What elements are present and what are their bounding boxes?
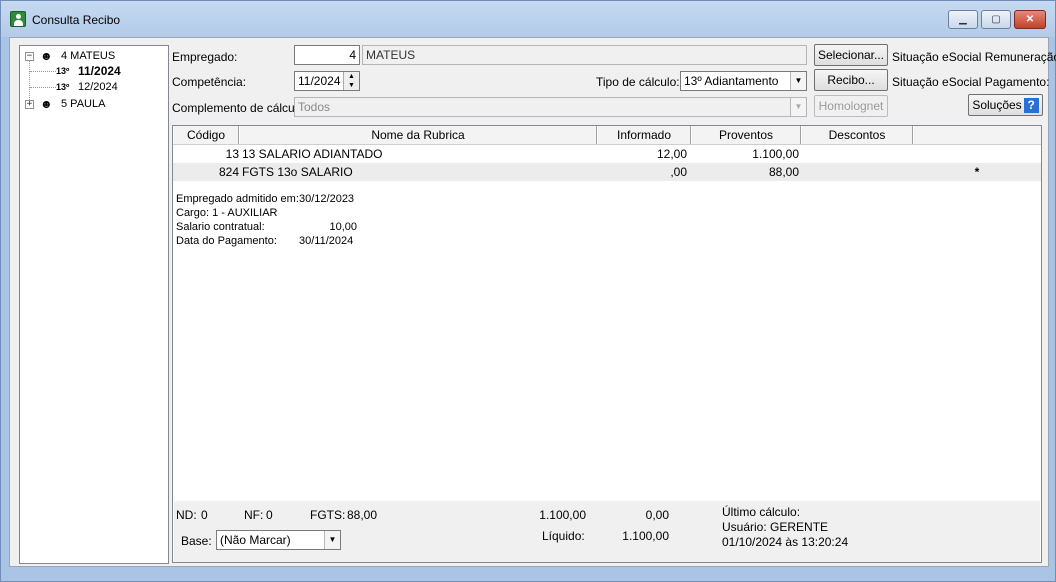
cell-flag: * bbox=[974, 165, 980, 179]
client-area: − ☻ 4 MATEUS 13º 11/2024 13º 12/2024 + ☻… bbox=[9, 37, 1056, 567]
complemento-label: Complemento de cálculo: bbox=[172, 101, 308, 115]
nd-value: 0 bbox=[201, 508, 208, 522]
admitido-value: 30/12/2023 bbox=[299, 193, 355, 205]
column-header-descontos[interactable]: Descontos bbox=[801, 126, 913, 144]
data-calculo: 01/10/2024 às 13:20:24 bbox=[722, 535, 849, 549]
nf-value: 0 bbox=[266, 508, 273, 522]
chevron-down-icon[interactable]: ▼ bbox=[790, 72, 806, 90]
minimize-button[interactable]: ▁ bbox=[948, 10, 978, 29]
total-proventos: 1.100,00 bbox=[539, 508, 586, 522]
empregado-code-input[interactable]: 4 bbox=[294, 45, 360, 65]
cell-proventos: 1.100,00 bbox=[752, 147, 799, 161]
liquido-value: 1.100,00 bbox=[622, 529, 669, 543]
liquido-label: Líquido: bbox=[542, 529, 585, 543]
cell-nome: 13 SALARIO ADIANTADO bbox=[242, 147, 383, 161]
grid-footer: ND: 0 NF: 0 FGTS: 88,00 1.100,00 0,00 Úl… bbox=[174, 501, 1040, 562]
person-icon: ☻ bbox=[40, 49, 53, 63]
salario-label: Salario contratual: bbox=[176, 221, 265, 233]
tree-node-label: 4 MATEUS bbox=[61, 50, 116, 62]
competencia-label: Competência: bbox=[172, 75, 247, 89]
empregado-name-field: MATEUS bbox=[362, 45, 807, 65]
column-header-informado[interactable]: Informado bbox=[597, 126, 691, 144]
cargo-text: Cargo: 1 - AUXILIAR bbox=[176, 207, 278, 219]
admitido-label: Empregado admitido em: bbox=[176, 193, 299, 205]
nd-label: ND: bbox=[176, 508, 197, 522]
rubricas-grid[interactable]: Código Nome da Rubrica Informado Provent… bbox=[172, 125, 1042, 563]
maximize-icon: ▢ bbox=[991, 14, 1001, 25]
base-label: Base: bbox=[181, 534, 212, 548]
base-select[interactable]: (Não Marcar) ▼ bbox=[216, 530, 341, 550]
salario-value: 10,00 bbox=[329, 221, 357, 233]
competencia-input[interactable]: 11/2024 ▲ ▼ bbox=[294, 71, 360, 91]
column-header-extra bbox=[913, 126, 1041, 144]
cell-proventos: 88,00 bbox=[768, 165, 799, 179]
competencia-value: 11/2024 bbox=[298, 74, 341, 88]
selecionar-button[interactable]: Selecionar... bbox=[814, 44, 888, 66]
chevron-down-icon: ▼ bbox=[790, 98, 806, 116]
close-button[interactable]: ✕ bbox=[1014, 10, 1046, 29]
tree-node-label: 5 PAULA bbox=[61, 98, 106, 110]
cell-nome: FGTS 13o SALARIO bbox=[242, 165, 353, 179]
pagamento-label: Data do Pagamento: bbox=[176, 235, 277, 247]
table-row[interactable]: 824 FGTS 13o SALARIO ,00 88,00 * bbox=[173, 163, 1041, 181]
window-title: Consulta Recibo bbox=[32, 13, 121, 27]
cell-codigo: 824 bbox=[218, 165, 239, 179]
tree-node-12-2024[interactable]: 13º 12/2024 bbox=[56, 79, 156, 95]
tree-node-mateus[interactable]: − ☻ 4 MATEUS bbox=[23, 48, 163, 64]
thirteenth-icon: 13º bbox=[56, 82, 70, 92]
tipo-calculo-select[interactable]: 13º Adiantamento ▼ bbox=[680, 71, 807, 91]
column-header-nome[interactable]: Nome da Rubrica bbox=[239, 126, 597, 144]
cell-codigo: 13 bbox=[225, 147, 239, 161]
situacao-remuneracao-label: Situação eSocial Remuneração: bbox=[892, 50, 1056, 64]
column-header-codigo[interactable]: Código bbox=[173, 126, 239, 144]
cell-informado: 12,00 bbox=[656, 147, 687, 161]
complemento-select: Todos ▼ bbox=[294, 97, 807, 117]
spin-down-icon[interactable]: ▼ bbox=[344, 81, 359, 90]
complemento-value: Todos bbox=[298, 100, 331, 114]
solucoes-button[interactable]: Soluções? bbox=[968, 94, 1043, 116]
tree-node-label: 12/2024 bbox=[78, 81, 118, 93]
tipo-calculo-value: 13º Adiantamento bbox=[684, 74, 779, 88]
expand-icon[interactable]: + bbox=[25, 100, 34, 109]
total-descontos: 0,00 bbox=[645, 508, 669, 522]
tree-node-paula[interactable]: + ☻ 5 PAULA bbox=[23, 96, 163, 112]
thirteenth-icon: 13º bbox=[56, 66, 70, 76]
situacao-pagamento-label: Situação eSocial Pagamento: bbox=[892, 75, 1050, 89]
maximize-button[interactable]: ▢ bbox=[981, 10, 1011, 29]
fgts-label: FGTS: bbox=[310, 508, 346, 522]
close-icon: ✕ bbox=[1025, 14, 1035, 25]
solucoes-label: Soluções bbox=[972, 98, 1022, 112]
grid-header: Código Nome da Rubrica Informado Provent… bbox=[173, 126, 1041, 145]
tipo-calculo-label: Tipo de cálculo: bbox=[596, 75, 680, 89]
column-header-proventos[interactable]: Proventos bbox=[691, 126, 801, 144]
title-bar[interactable]: Consulta Recibo ▁ ▢ ✕ bbox=[1, 1, 1055, 37]
base-value: (Não Marcar) bbox=[220, 533, 291, 547]
empregado-label: Empregado: bbox=[172, 50, 238, 64]
fgts-value: 88,00 bbox=[347, 508, 378, 522]
spin-up-icon[interactable]: ▲ bbox=[344, 72, 359, 81]
main-window: Consulta Recibo ▁ ▢ ✕ − ☻ 4 MATEUS 13º 1… bbox=[0, 0, 1056, 582]
competencia-spinner[interactable]: ▲ ▼ bbox=[343, 72, 359, 90]
ultimo-calculo-label: Último cálculo: bbox=[722, 505, 801, 519]
help-icon: ? bbox=[1023, 98, 1039, 114]
nf-label: NF: bbox=[244, 508, 264, 522]
tree-line bbox=[30, 87, 56, 88]
pagamento-value: 30/11/2024 bbox=[299, 235, 354, 247]
tree-node-label: 11/2024 bbox=[78, 64, 121, 78]
employee-tree[interactable]: − ☻ 4 MATEUS 13º 11/2024 13º 12/2024 + ☻… bbox=[19, 45, 169, 564]
app-icon bbox=[10, 11, 26, 27]
person-icon: ☻ bbox=[40, 97, 53, 111]
recibo-button[interactable]: Recibo... bbox=[814, 69, 888, 91]
homolognet-button: Homolognet bbox=[814, 95, 888, 117]
table-row[interactable]: 13 13 SALARIO ADIANTADO 12,00 1.100,00 bbox=[173, 145, 1041, 163]
tree-node-11-2024[interactable]: 13º 11/2024 bbox=[56, 63, 156, 79]
tree-line bbox=[30, 71, 56, 72]
usuario-text: Usuário: GERENTE bbox=[722, 520, 829, 534]
minimize-icon: ▁ bbox=[959, 14, 967, 25]
chevron-down-icon[interactable]: ▼ bbox=[324, 531, 340, 549]
cell-informado: ,00 bbox=[670, 165, 687, 179]
